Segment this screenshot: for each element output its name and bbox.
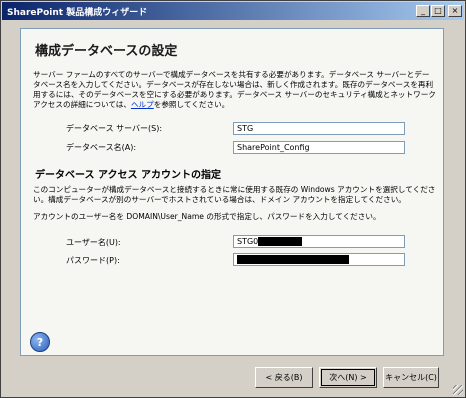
page-description: サーバー ファームのすべてのサーバーで構成データベースを共有する必要があります。… (33, 70, 437, 110)
account-section-heading: データベース アクセス アカウントの指定 (35, 170, 221, 181)
title-bar[interactable]: SharePoint 製品構成ウィザード _ □ × (2, 2, 464, 20)
username-value: STG0 (237, 237, 259, 246)
password-masked (237, 255, 349, 264)
username-label: ユーザー名(U): (66, 238, 121, 247)
db-server-label: データベース サーバー(S): (66, 124, 163, 133)
description-text-tail: を参照してください。 (153, 100, 230, 109)
help-icon[interactable]: ? (30, 332, 50, 352)
password-input[interactable] (233, 253, 405, 266)
resize-grip-icon[interactable] (453, 385, 463, 395)
username-input[interactable]: STG0 (233, 235, 405, 248)
close-button[interactable]: × (448, 5, 462, 17)
back-button[interactable]: < 戻る(B) (255, 367, 313, 388)
next-button[interactable]: 次へ(N) > (319, 367, 377, 388)
password-label: パスワード(P): (66, 256, 120, 265)
window-title: SharePoint 製品構成ウィザード (7, 8, 148, 18)
db-name-input[interactable]: SharePoint_Config (233, 141, 405, 154)
account-description: このコンピューターが構成データベースと接続するときに常に使用する既存の Wind… (33, 185, 436, 204)
maximize-button[interactable]: □ (431, 5, 445, 17)
db-name-label: データベース名(A): (66, 143, 137, 152)
db-server-input[interactable]: STG (233, 122, 405, 135)
wizard-window: SharePoint 製品構成ウィザード _ □ × 構成データベースの設定 サ… (0, 0, 466, 398)
description-text: サーバー ファームのすべてのサーバーで構成データベースを共有する必要があります。… (33, 70, 436, 109)
redacted-block (258, 237, 303, 246)
minimize-button[interactable]: _ (416, 5, 430, 17)
help-link[interactable]: ヘルプ (131, 100, 154, 109)
content-panel: 構成データベースの設定 サーバー ファームのすべてのサーバーで構成データベースを… (20, 28, 444, 356)
cancel-button[interactable]: キャンセル(C) (383, 367, 439, 388)
account-format-note: アカウントのユーザー名を DOMAIN\User_Name の形式で指定し、パス… (33, 212, 381, 221)
page-title: 構成データベースの設定 (35, 44, 178, 59)
